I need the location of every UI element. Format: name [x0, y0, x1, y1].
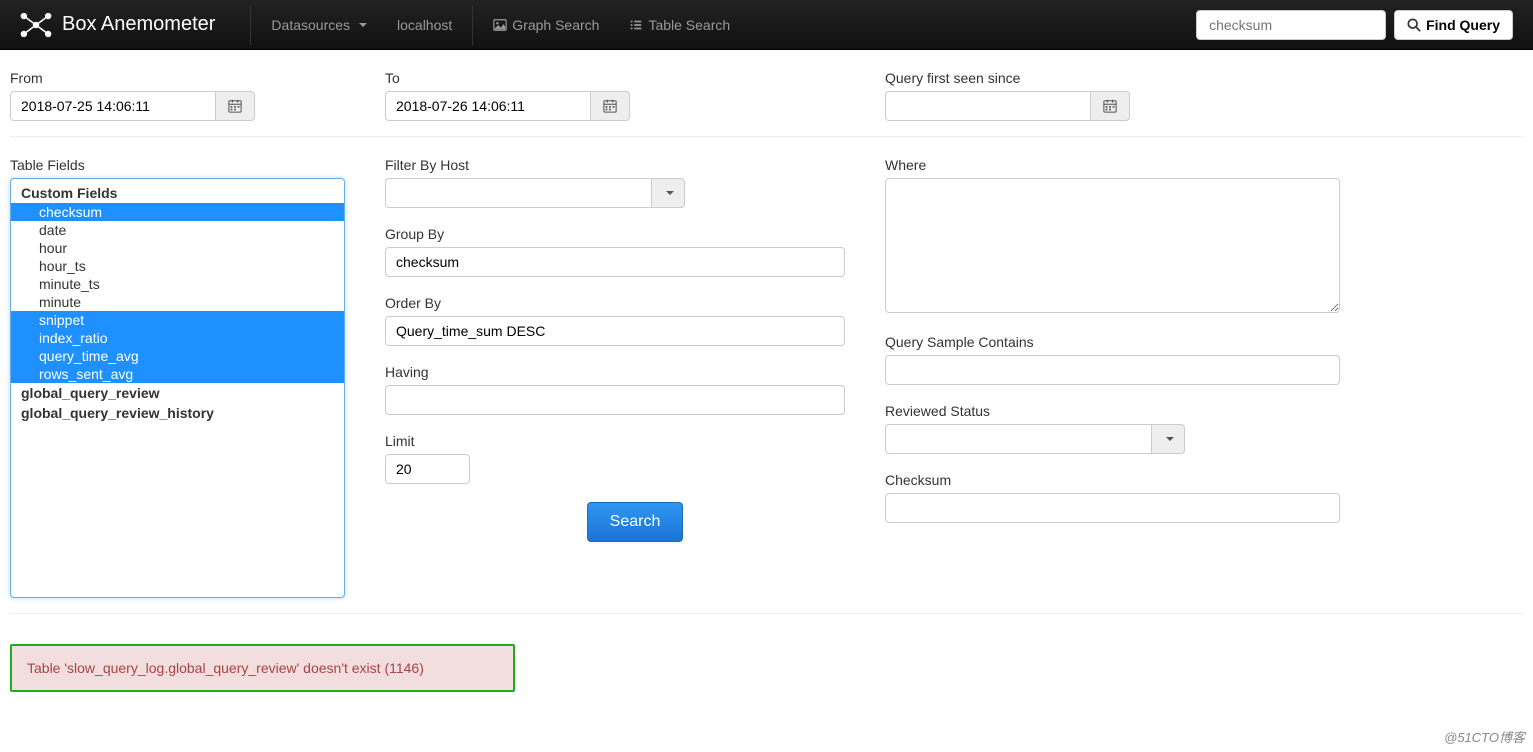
to-calendar-button[interactable] [590, 91, 630, 121]
having-label: Having [385, 364, 885, 380]
from-calendar-button[interactable] [215, 91, 255, 121]
brand-text: Box Anemometer [62, 13, 215, 36]
search-button[interactable]: Search [587, 502, 684, 542]
filter-by-host-label: Filter By Host [385, 157, 885, 173]
first-seen-label: Query first seen since [885, 70, 1508, 86]
where-input[interactable] [885, 178, 1340, 313]
caret-icon [666, 191, 674, 195]
watermark: @51CTO博客 [1444, 727, 1525, 746]
brand-link[interactable]: Box Anemometer [20, 12, 215, 38]
first-seen-input[interactable] [885, 91, 1090, 121]
limit-label: Limit [385, 433, 885, 449]
order-by-input[interactable] [385, 316, 845, 346]
divider [10, 613, 1523, 614]
group-by-input[interactable] [385, 247, 845, 277]
first-seen-calendar-button[interactable] [1090, 91, 1130, 121]
sample-contains-label: Query Sample Contains [885, 334, 1508, 350]
divider [472, 5, 473, 45]
calendar-icon [228, 99, 242, 113]
from-label: From [10, 70, 385, 86]
brand-icon [20, 12, 52, 38]
from-input[interactable] [10, 91, 215, 121]
divider [10, 136, 1523, 137]
divider [250, 5, 251, 45]
nav-graph-search[interactable]: Graph Search [478, 2, 614, 48]
nav-localhost[interactable]: localhost [382, 2, 467, 48]
listbox-item[interactable]: query_time_avg [11, 347, 344, 365]
to-label: To [385, 70, 885, 86]
table-fields-label: Table Fields [10, 157, 385, 173]
listbox-item[interactable]: index_ratio [11, 329, 344, 347]
image-icon [493, 18, 507, 32]
caret-icon [1166, 437, 1174, 441]
listbox-item[interactable]: date [11, 221, 344, 239]
having-input[interactable] [385, 385, 845, 415]
sample-contains-input[interactable] [885, 355, 1340, 385]
reviewed-status-label: Reviewed Status [885, 403, 1508, 419]
nav-datasources[interactable]: Datasources [256, 2, 382, 48]
caret-icon [359, 23, 367, 27]
order-by-label: Order By [385, 295, 885, 311]
list-icon [629, 18, 643, 32]
filter-by-host-toggle[interactable] [651, 178, 685, 208]
limit-input[interactable] [385, 454, 470, 484]
checksum-search-input[interactable] [1196, 10, 1386, 40]
reviewed-status-input[interactable] [885, 424, 1151, 454]
listbox-group: global_query_review_history [11, 403, 344, 423]
listbox-item[interactable]: rows_sent_avg [11, 365, 344, 383]
listbox-item[interactable]: minute [11, 293, 344, 311]
listbox-group: global_query_review [11, 383, 344, 403]
checksum-input[interactable] [885, 493, 1340, 523]
reviewed-status-toggle[interactable] [1151, 424, 1185, 454]
filter-by-host-input[interactable] [385, 178, 651, 208]
where-label: Where [885, 157, 1508, 173]
table-fields-listbox[interactable]: Custom Fieldschecksumdatehourhour_tsminu… [10, 178, 345, 598]
listbox-item[interactable]: snippet [11, 311, 344, 329]
listbox-item[interactable]: hour [11, 239, 344, 257]
group-by-label: Group By [385, 226, 885, 242]
navbar: Box Anemometer Datasources localhost Gra… [0, 0, 1533, 50]
listbox-group: Custom Fields [11, 183, 344, 203]
find-query-button[interactable]: Find Query [1394, 10, 1513, 40]
listbox-item[interactable]: checksum [11, 203, 344, 221]
to-input[interactable] [385, 91, 590, 121]
listbox-item[interactable]: hour_ts [11, 257, 344, 275]
nav-table-search[interactable]: Table Search [614, 2, 745, 48]
error-alert: Table 'slow_query_log.global_query_revie… [10, 644, 515, 692]
search-icon [1407, 18, 1421, 32]
calendar-icon [603, 99, 617, 113]
listbox-item[interactable]: minute_ts [11, 275, 344, 293]
calendar-icon [1103, 99, 1117, 113]
checksum-label: Checksum [885, 472, 1508, 488]
